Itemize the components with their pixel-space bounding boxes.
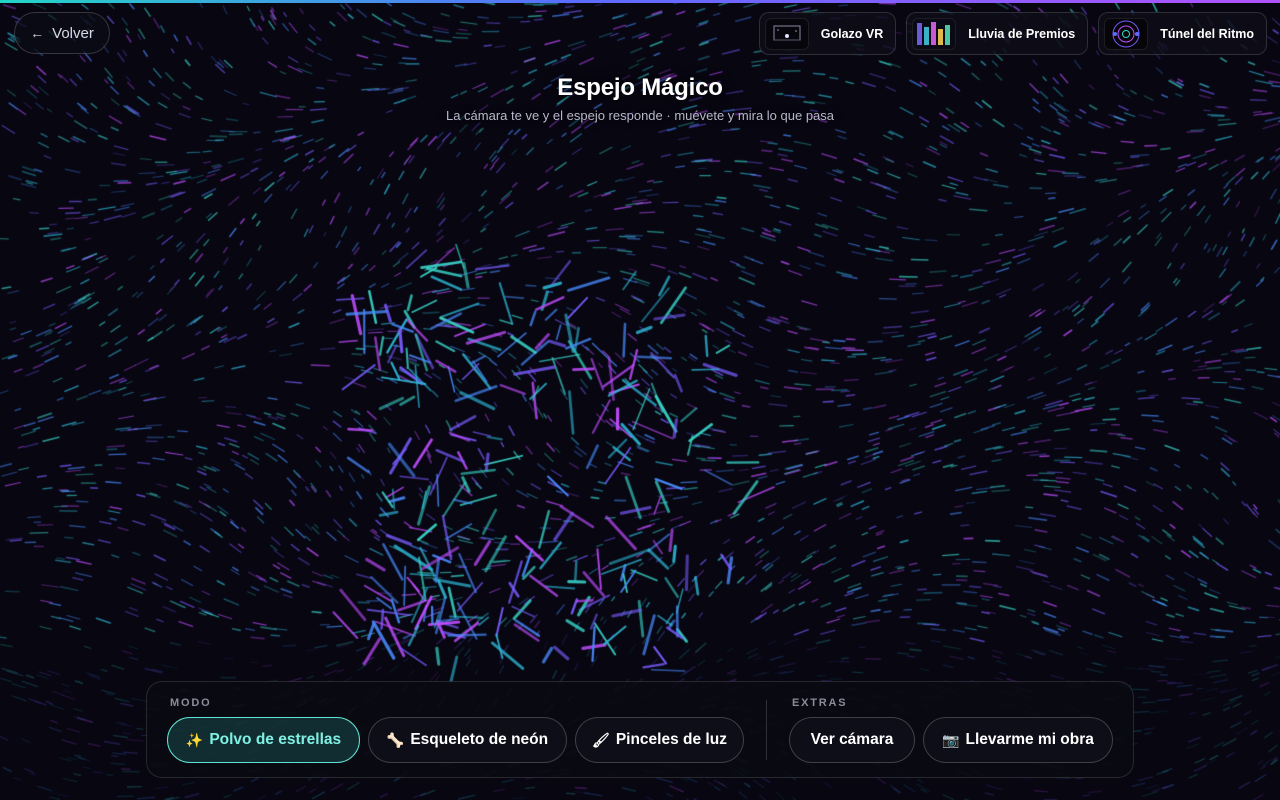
back-label: Volver <box>52 24 94 42</box>
back-button[interactable]: ← Volver <box>14 12 110 54</box>
arrow-left-icon: ← <box>30 25 45 41</box>
mode-neon-skeleton-button[interactable]: 🦴 Esqueleto de neón <box>368 717 567 763</box>
experience-label: Golazo VR <box>820 26 884 41</box>
experience-link-tunel[interactable]: Túnel del Ritmo <box>1098 12 1267 55</box>
top-gradient-bar <box>0 0 1280 3</box>
controls-panel: MODO ✨ Polvo de estrellas 🦴 Esqueleto de… <box>146 681 1134 778</box>
mode-stardust-button[interactable]: ✨ Polvo de estrellas <box>167 717 360 763</box>
prizes-thumbnail-icon <box>912 17 957 50</box>
section-divider <box>766 700 767 760</box>
camera-icon: 📷 <box>942 731 960 748</box>
experience-link-golazo[interactable]: Golazo VR <box>758 12 897 55</box>
mode-section-label: MODO <box>170 697 212 709</box>
goal-thumbnail-icon <box>764 17 809 50</box>
page-title: Espejo Mágico <box>557 74 723 101</box>
sparkles-icon: ✨ <box>185 731 204 748</box>
experience-label: Lluvia de Premios <box>968 26 1076 41</box>
mode-label: Pinceles de luz <box>615 731 727 748</box>
page-subtitle: La cámara te ve y el espejo responde · m… <box>445 108 835 123</box>
tunnel-thumbnail-icon <box>1104 17 1149 50</box>
show-camera-button[interactable]: Ver cámara <box>789 717 915 763</box>
experience-label: Túnel del Ritmo <box>1160 26 1254 41</box>
title-block: Espejo Mágico La cámara te ve y el espej… <box>0 74 1280 123</box>
bone-icon: 🦴 <box>386 731 405 748</box>
extras-section-label: EXTRAS <box>792 697 848 709</box>
extra-label: Ver cámara <box>810 731 894 748</box>
experience-link-lluvia[interactable]: Lluvia de Premios <box>906 12 1089 55</box>
save-artwork-button[interactable]: 📷 Llevarme mi obra <box>923 717 1113 763</box>
mode-label: Esqueleto de neón <box>410 731 549 748</box>
mode-light-brushes-button[interactable]: 🖌 Pinceles de luz <box>575 717 744 763</box>
paintbrush-icon: 🖌 <box>592 731 610 748</box>
mode-label: Polvo de estrellas <box>209 731 342 748</box>
extra-label: Llevarme mi obra <box>965 731 1094 748</box>
experience-links: Golazo VR Lluvia de Premios Túnel del Ri… <box>758 12 1267 55</box>
